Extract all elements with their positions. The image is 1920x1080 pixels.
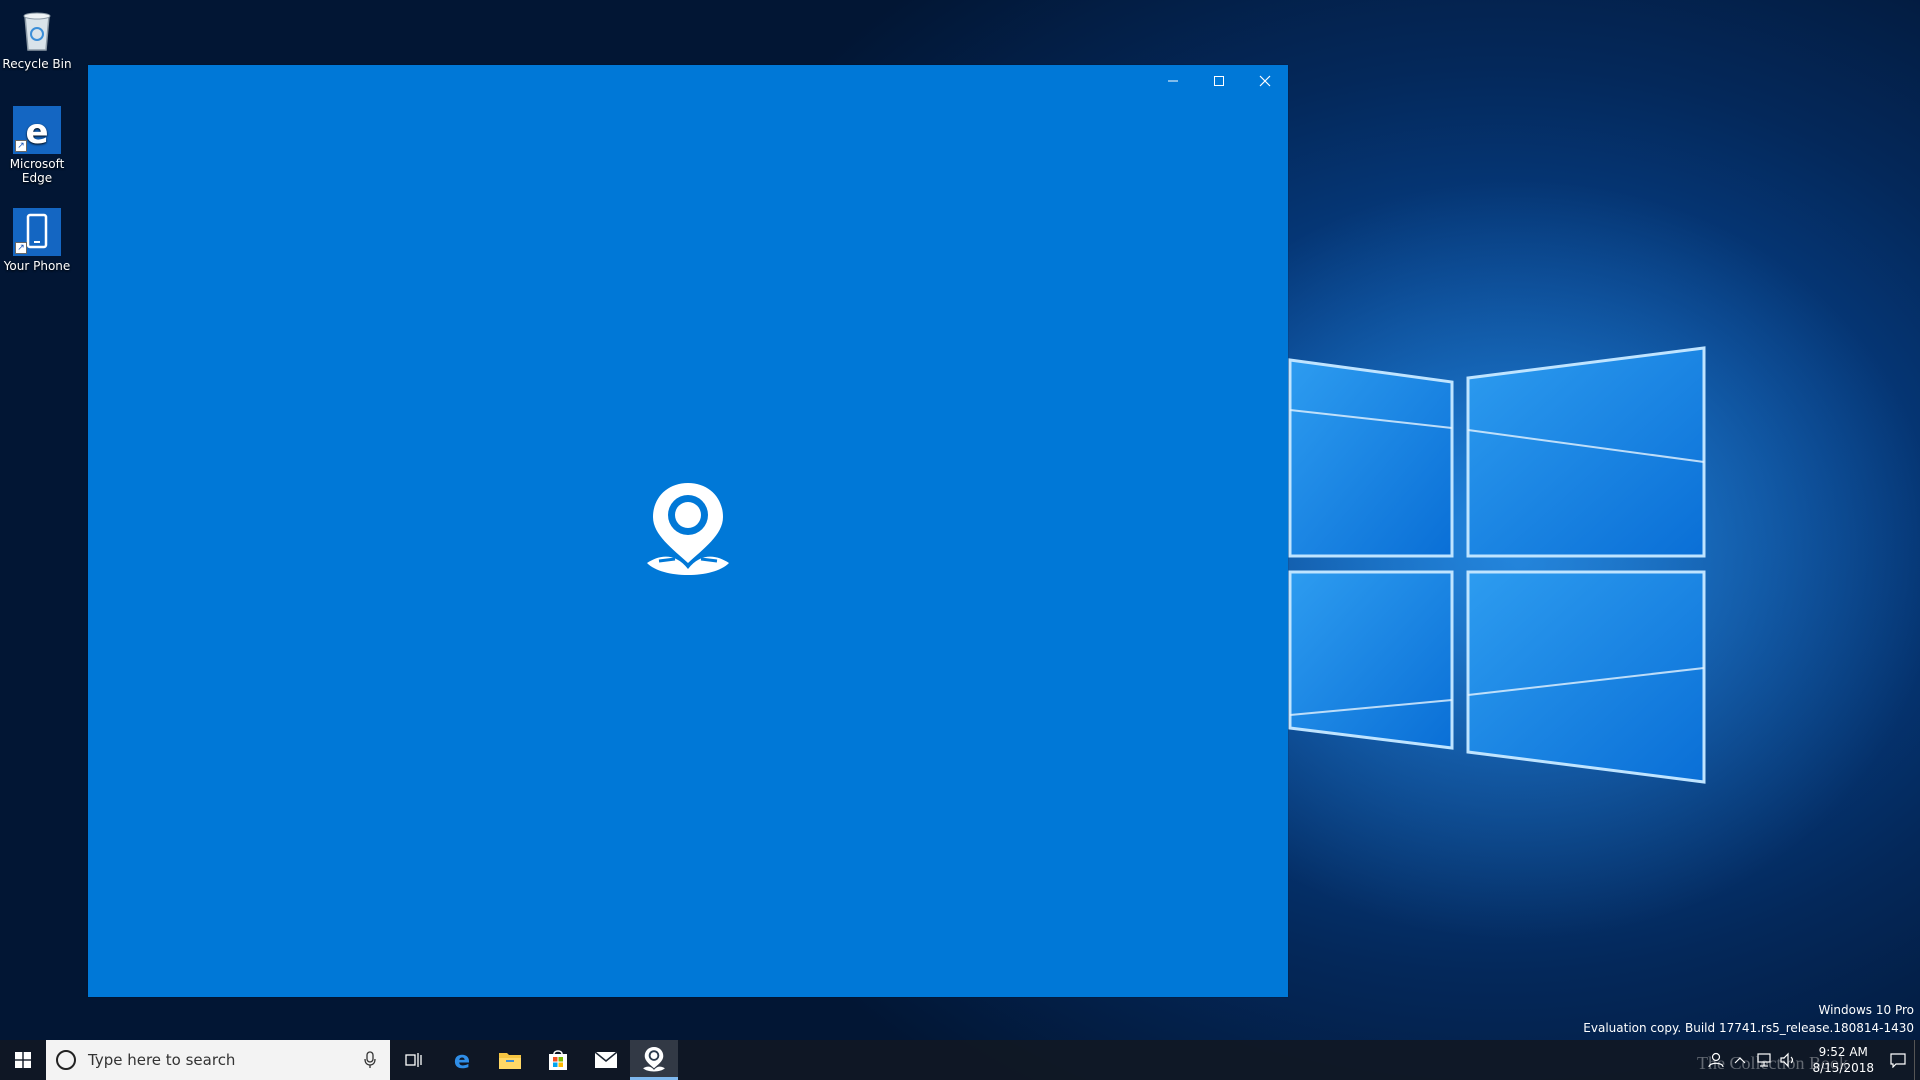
desktop-icon-microsoft-edge[interactable]: e ↗ Microsoft Edge — [2, 106, 72, 185]
show-hidden-icons-chevron-icon[interactable] — [1728, 1056, 1752, 1064]
taskbar: Type here to search e 9:52 AM 8/15/2018 … — [0, 1040, 1920, 1080]
desktop-icon-recycle-bin[interactable]: Recycle Bin — [2, 6, 72, 71]
minimize-icon — [1168, 80, 1178, 82]
shortcut-arrow-icon: ↗ — [15, 140, 27, 152]
microphone-icon[interactable] — [350, 1051, 390, 1069]
action-center-icon[interactable] — [1886, 1052, 1910, 1068]
edge-icon: e — [454, 1048, 470, 1072]
desktop-icon-label: Recycle Bin — [2, 57, 72, 71]
clock-date: 8/15/2018 — [1812, 1061, 1874, 1075]
edge-icon: e ↗ — [13, 106, 61, 154]
network-icon[interactable] — [1752, 1052, 1776, 1068]
close-button[interactable] — [1242, 65, 1288, 97]
search-placeholder: Type here to search — [88, 1051, 236, 1069]
system-tray: 9:52 AM 8/15/2018 — [1704, 1040, 1920, 1080]
taskbar-search-box[interactable]: Type here to search — [46, 1040, 390, 1080]
taskbar-app-store[interactable] — [534, 1040, 582, 1080]
taskbar-clock[interactable]: 9:52 AM 8/15/2018 — [1800, 1044, 1886, 1076]
watermark-build: Evaluation copy. Build 17741.rs5_release… — [1583, 1021, 1914, 1035]
desktop-icon-label: Microsoft Edge — [9, 157, 65, 185]
recycle-bin-icon — [13, 6, 61, 54]
your-phone-icon: ↗ — [13, 208, 61, 256]
show-desktop-button[interactable] — [1914, 1040, 1920, 1080]
desktop-icon-label: Your Phone — [3, 259, 71, 273]
task-view-icon — [405, 1053, 422, 1067]
file-explorer-icon — [499, 1053, 521, 1069]
your-phone-pin-icon — [645, 479, 731, 577]
mail-icon — [594, 1051, 618, 1068]
taskbar-app-edge[interactable]: e — [438, 1040, 486, 1080]
windows-logo-icon — [15, 1052, 31, 1068]
minimize-button[interactable] — [1150, 65, 1196, 97]
start-button[interactable] — [0, 1040, 46, 1080]
cortana-circle-icon — [56, 1050, 76, 1070]
volume-icon[interactable] — [1776, 1052, 1800, 1068]
window-caption-buttons — [1150, 65, 1288, 97]
your-phone-app-window[interactable] — [88, 65, 1288, 997]
shortcut-arrow-icon: ↗ — [15, 242, 27, 254]
taskbar-app-your-phone[interactable] — [630, 1040, 678, 1080]
maximize-button[interactable] — [1196, 65, 1242, 97]
people-icon[interactable] — [1704, 1052, 1728, 1068]
windows-watermark: Windows 10 Pro Evaluation copy. Build 17… — [1583, 1001, 1914, 1037]
taskbar-app-mail[interactable] — [582, 1040, 630, 1080]
svg-text:e: e — [454, 1048, 470, 1072]
task-view-button[interactable] — [390, 1040, 438, 1080]
store-icon — [549, 1050, 567, 1070]
taskbar-app-file-explorer[interactable] — [486, 1040, 534, 1080]
svg-text:e: e — [25, 112, 48, 152]
your-phone-icon — [643, 1046, 665, 1071]
watermark-edition: Windows 10 Pro — [1818, 1003, 1914, 1017]
close-icon — [1259, 75, 1271, 87]
maximize-icon — [1214, 76, 1224, 86]
clock-time: 9:52 AM — [1818, 1045, 1868, 1059]
desktop-icon-your-phone[interactable]: ↗ Your Phone — [2, 208, 72, 273]
